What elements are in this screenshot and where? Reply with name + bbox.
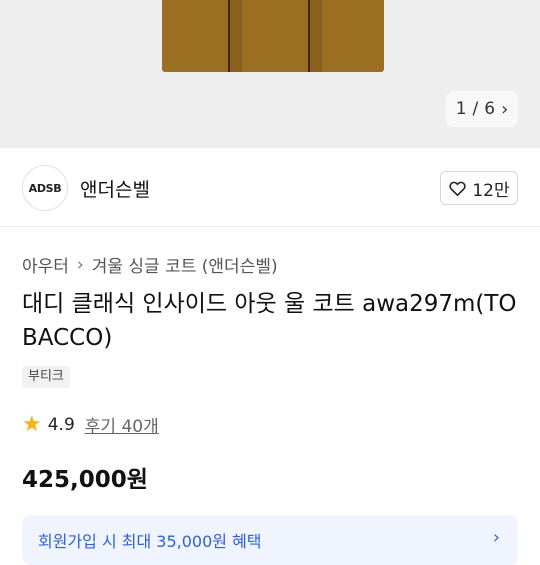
product-tag: 부티크 (22, 366, 70, 388)
chevron-right-icon[interactable]: › (501, 99, 508, 120)
rating-row: ★ 4.9 후기 40개 (22, 412, 159, 437)
pager-total: 6 (484, 99, 496, 119)
star-icon: ★ (22, 411, 42, 437)
reviews-link[interactable]: 후기 40개 (85, 412, 159, 437)
chevron-right-icon: › (76, 254, 84, 275)
product-price: 425,000원 (22, 467, 148, 493)
breadcrumb-subcategory[interactable]: 겨울 싱글 코트 (앤더슨벨) (92, 252, 278, 277)
product-image-coat (162, 0, 384, 72)
pager-current: 1 (455, 99, 467, 119)
product-title: 대디 클래식 인사이드 아웃 울 코트 awa297m(TOBACCO) (22, 291, 517, 351)
chevron-right-icon: › (492, 527, 500, 548)
product-image-gallery[interactable]: 1 / 6 › (0, 0, 540, 148)
image-pager[interactable]: 1 / 6 › (446, 91, 518, 127)
benefit-text: 회원가입 시 최대 35,000원 혜택 (38, 532, 262, 551)
brand-name[interactable]: 앤더슨벨 (80, 175, 150, 202)
like-button[interactable]: 12만 (440, 171, 518, 205)
pager-separator: / (472, 99, 479, 119)
like-count: 12만 (472, 180, 510, 201)
rating-score: 4.9 (47, 414, 75, 435)
heart-icon (449, 181, 467, 196)
benefit-banner[interactable]: 회원가입 시 최대 35,000원 혜택 › (22, 515, 518, 565)
breadcrumb-category[interactable]: 아우터 (22, 252, 69, 277)
brand-row: ADSB 앤더슨벨 12만 (0, 148, 540, 227)
brand-logo[interactable]: ADSB (22, 165, 68, 211)
breadcrumb: 아우터 › 겨울 싱글 코트 (앤더슨벨) (22, 252, 278, 278)
